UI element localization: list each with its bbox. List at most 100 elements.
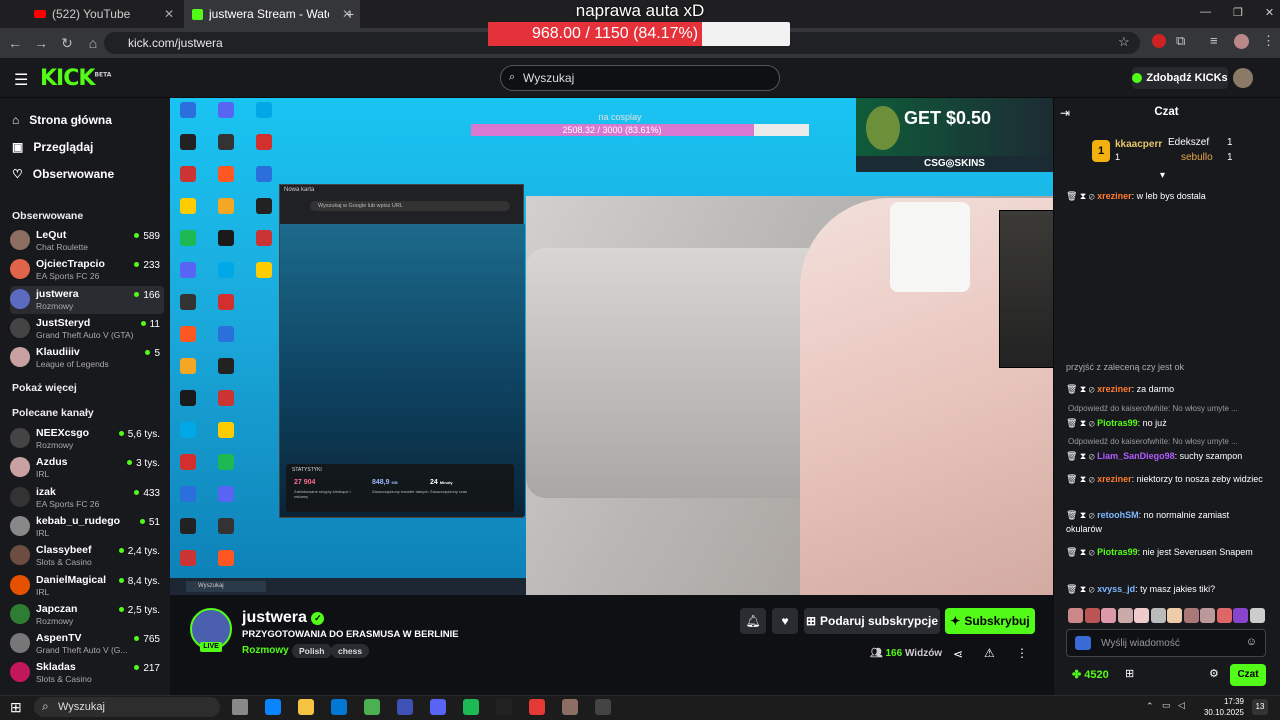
sidebar-channel-aspentv[interactable]: AspenTV Grand Theft Auto V (G... 765 xyxy=(10,630,164,658)
file-explorer-icon[interactable] xyxy=(298,699,314,715)
edge-icon[interactable] xyxy=(265,699,281,715)
close-icon[interactable]: ✕ xyxy=(164,7,174,21)
emoji-picker-icon[interactable]: ☺ xyxy=(1246,636,1257,648)
chat-message-input[interactable]: Wyślij wiadomość ☺ xyxy=(1066,629,1266,657)
task-view-icon[interactable] xyxy=(232,699,248,715)
sidebar-channel-klaudiiiv[interactable]: Klaudiiiv League of Legends 5 xyxy=(10,344,164,372)
notification-bell-button[interactable]: 🔔︎ xyxy=(740,608,766,634)
emote-icon[interactable] xyxy=(1117,608,1133,623)
discord-icon[interactable] xyxy=(430,699,446,715)
extensions-puzzle-icon[interactable]: ⧉ xyxy=(1176,33,1185,49)
emote-icon[interactable] xyxy=(1134,608,1149,623)
search-input[interactable]: ⌕ Wyszukaj xyxy=(500,65,780,91)
chat-username[interactable]: Piotras99 xyxy=(1097,418,1138,428)
chat-identity-icon[interactable] xyxy=(1075,636,1091,650)
sidebar-channel-skladas[interactable]: Skladas Slots & Casino 217 xyxy=(10,659,164,687)
stream-category[interactable]: Rozmowy xyxy=(242,645,289,656)
chat-settings-gear-icon[interactable]: ⚙ xyxy=(1209,667,1219,680)
reading-list-icon[interactable]: ≡ xyxy=(1210,33,1218,48)
emote-icon[interactable] xyxy=(1101,608,1116,623)
spotify-icon[interactable] xyxy=(463,699,479,715)
taskbar-clock[interactable]: 17:39 30.10.2025 xyxy=(1196,696,1244,718)
bookmark-star-icon[interactable]: ☆ xyxy=(1118,34,1130,50)
chat-username[interactable]: xreziner xyxy=(1097,474,1132,484)
sidebar-channel-neexcsgo[interactable]: NEEXcsgo Rozmowy 5,6 tys. xyxy=(10,425,164,453)
leaderboard-name[interactable]: kkaacperr xyxy=(1115,139,1162,150)
chrome-icon[interactable] xyxy=(364,699,380,715)
leaderboard-name[interactable]: sebullo xyxy=(1181,152,1213,163)
channel-name[interactable]: justwera ✓ xyxy=(242,609,325,627)
new-tab-button[interactable]: + xyxy=(346,6,354,22)
channel-points[interactable]: ✤ 4520 xyxy=(1072,668,1109,681)
chat-username[interactable]: Liam_SanDiego98 xyxy=(1097,451,1175,461)
volume-icon[interactable]: ◁ xyxy=(1178,700,1185,711)
notification-center-icon[interactable]: 13 xyxy=(1252,699,1268,715)
home-icon[interactable]: ⌂ xyxy=(80,35,106,51)
gift-icon[interactable]: ⊞ xyxy=(1125,667,1134,680)
profile-avatar[interactable] xyxy=(1234,34,1249,49)
maximize-icon[interactable]: ❐ xyxy=(1233,6,1243,19)
sidebar-channel-classybeef[interactable]: Classybeef Slots & Casino 2,4 tys. xyxy=(10,542,164,570)
tab-justwera[interactable]: justwera Stream - Watch Live o ✕ xyxy=(184,0,360,28)
emote-icon[interactable] xyxy=(1183,608,1199,623)
get-kicks-button[interactable]: Zdobądź KICKs xyxy=(1132,67,1228,89)
video-player[interactable]: na cosplay 2508.32 / 3000 (83.61%) GET $… xyxy=(170,98,1053,595)
emote-icon[interactable] xyxy=(1216,608,1232,623)
sidebar-channel-juststeryd[interactable]: JustSteryd Grand Theft Auto V (GTA) 11 xyxy=(10,315,164,343)
windows-search-box[interactable]: ⌕ Wyszukaj xyxy=(34,697,220,717)
leaderboard-name[interactable]: Edekszef xyxy=(1168,137,1209,148)
tag-polish[interactable]: Polish xyxy=(292,644,332,658)
emote-icon[interactable] xyxy=(1068,608,1083,623)
windows-start-icon[interactable]: ⊞ xyxy=(10,699,22,716)
emote-icon[interactable] xyxy=(1233,608,1248,623)
report-icon[interactable]: ⚠ xyxy=(984,646,995,660)
sidebar-nav-following[interactable]: ♡ Obserwowane xyxy=(12,167,114,181)
share-icon[interactable]: ⋖ xyxy=(953,647,963,661)
user-avatar[interactable] xyxy=(1233,68,1253,88)
expand-leaderboard-icon[interactable]: ▾ xyxy=(1160,170,1165,181)
close-window-icon[interactable]: ✕ xyxy=(1265,6,1274,19)
chat-username[interactable]: xreziner xyxy=(1097,384,1132,394)
emote-icon[interactable] xyxy=(1150,608,1166,623)
hamburger-menu-icon[interactable]: ☰ xyxy=(14,70,28,90)
sidebar-channel-danielmagical[interactable]: DanielMagical IRL 8,4 tys. xyxy=(10,572,164,600)
extension-icon[interactable] xyxy=(1152,34,1166,48)
chat-username[interactable]: xvyss_jd xyxy=(1097,584,1135,594)
sidebar-channel-justwera[interactable]: justwera Rozmowy 166 xyxy=(10,285,164,314)
follow-heart-button[interactable]: ♥ xyxy=(772,608,798,634)
chat-username[interactable]: xreziner xyxy=(1097,191,1132,201)
emote-icon[interactable] xyxy=(1249,608,1265,623)
menu-dots-icon[interactable]: ⋮ xyxy=(1262,33,1275,49)
app-icon[interactable] xyxy=(397,699,413,715)
emote-icon[interactable] xyxy=(1167,608,1182,623)
sidebar-channel-kebab_u_rudego[interactable]: kebab_u_rudego IRL 51 xyxy=(10,513,164,541)
network-icon[interactable]: ▭ xyxy=(1162,700,1171,711)
chat-send-button[interactable]: Czat xyxy=(1230,664,1266,686)
subscribe-button[interactable]: ✦ Subskrybuj xyxy=(945,608,1035,634)
emote-icon[interactable] xyxy=(1084,608,1100,623)
app-icon[interactable] xyxy=(562,699,578,715)
sidebar-nav-home[interactable]: ⌂ Strona główna xyxy=(12,113,112,127)
outlook-icon[interactable] xyxy=(331,699,347,715)
kick-logo[interactable]: KICKBETA xyxy=(40,66,111,91)
sidebar-nav-browse[interactable]: ▣ Przeglądaj xyxy=(12,140,93,154)
more-options-icon[interactable]: ⋮ xyxy=(1016,646,1028,660)
obs-icon[interactable] xyxy=(595,699,611,715)
gift-subs-button[interactable]: ⊞ Podaruj subskrypcje xyxy=(804,608,940,634)
chat-username[interactable]: retoohSM xyxy=(1097,510,1139,520)
app-icon[interactable] xyxy=(496,699,512,715)
app-icon[interactable] xyxy=(529,699,545,715)
chat-username[interactable]: Piotras99 xyxy=(1097,547,1138,557)
forward-icon[interactable]: → xyxy=(28,35,54,51)
show-more-link[interactable]: Pokaż więcej xyxy=(12,382,77,394)
sidebar-channel-japczan[interactable]: Japczan Rozmowy 2,5 tys. xyxy=(10,601,164,629)
sidebar-channel-azdus[interactable]: Azdus IRL 3 tys. xyxy=(10,454,164,482)
sidebar-channel-lequt[interactable]: LeQut Chat Roulette 589 xyxy=(10,227,164,255)
minimize-icon[interactable]: — xyxy=(1200,6,1211,19)
tray-chevron-icon[interactable]: ⌃ xyxy=(1146,701,1154,712)
sidebar-channel-ojciectrapcio[interactable]: OjciecTrapcio EA Sports FC 26 233 xyxy=(10,256,164,284)
reload-icon[interactable]: ↻ xyxy=(54,35,80,52)
tag-chess[interactable]: chess xyxy=(331,644,370,658)
tab-youtube[interactable]: (522) YouTube ✕ xyxy=(26,0,182,28)
emote-icon[interactable] xyxy=(1200,608,1215,623)
